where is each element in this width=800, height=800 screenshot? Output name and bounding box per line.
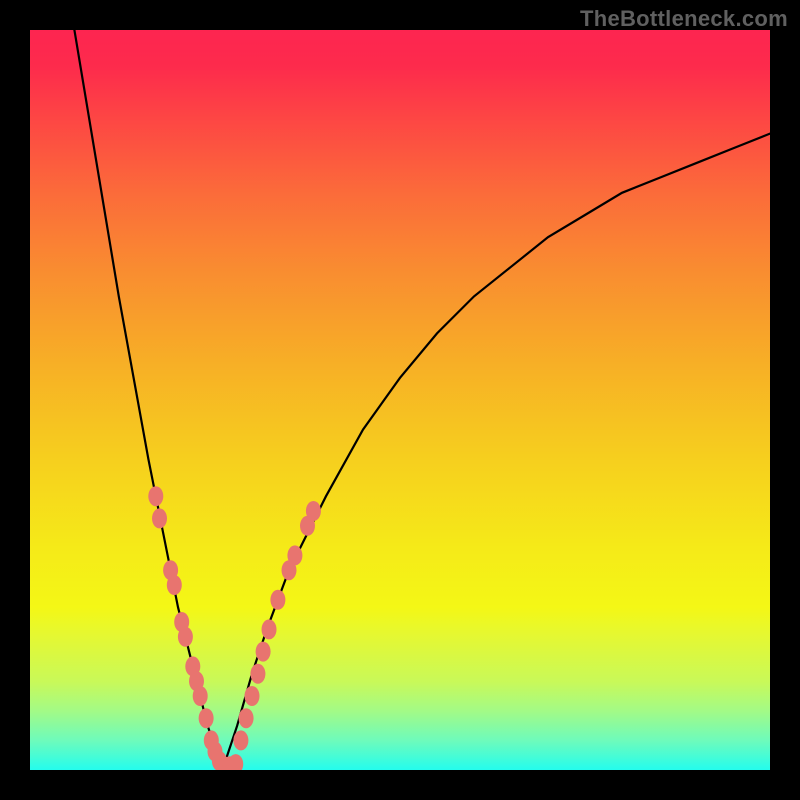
data-dot — [250, 664, 265, 684]
data-dot — [270, 590, 285, 610]
chart-svg — [30, 30, 770, 770]
data-dot — [306, 501, 321, 521]
data-dot — [199, 708, 214, 728]
data-dot — [233, 730, 248, 750]
data-dot — [193, 686, 208, 706]
data-dot — [152, 508, 167, 528]
data-dot — [148, 486, 163, 506]
chart-frame: TheBottleneck.com — [0, 0, 800, 800]
watermark-text: TheBottleneck.com — [580, 6, 788, 32]
right-branch-curve — [222, 134, 770, 770]
left-branch-curve — [74, 30, 222, 770]
plot-area — [30, 30, 770, 770]
data-dot — [262, 619, 277, 639]
scatter-dots — [148, 486, 321, 770]
data-dot — [287, 545, 302, 565]
data-dot — [245, 686, 260, 706]
data-dot — [167, 575, 182, 595]
data-dot — [239, 708, 254, 728]
data-dot — [178, 627, 193, 647]
data-dot — [256, 642, 271, 662]
